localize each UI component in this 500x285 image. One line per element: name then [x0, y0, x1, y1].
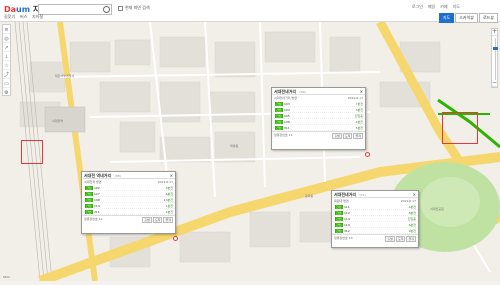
map-svg: 서대전역 서대전공원 대전서부경찰서 태평동 문화동 — [0, 22, 500, 281]
sub-bar: 길찾기 버스 지하철 — [0, 13, 500, 22]
subbar-item-bus[interactable]: 버스 — [20, 14, 27, 20]
popup-title: 서대전네거리 — [334, 192, 356, 197]
bus-stop-popup: 서대전네거리 (37) × 목원대 방면 2019.6.17 간선1114분전 … — [331, 190, 419, 248]
selected-stop-box-left — [21, 140, 43, 164]
map-type-switch: 지도 스카이뷰 로드뷰 — [439, 13, 498, 23]
map-label-police: 대전서부경찰서 — [55, 73, 75, 78]
top-link[interactable]: 로그인 — [412, 4, 423, 10]
arrive-button[interactable]: 도착 — [153, 217, 163, 223]
zoom-in-button[interactable]: + — [492, 29, 497, 36]
map-canvas[interactable]: 서대전역 서대전공원 대전서부경찰서 태평동 문화동 — [0, 22, 500, 281]
settings-icon[interactable]: ⚙ — [3, 90, 10, 97]
popup-title: 서대전네거리 — [274, 89, 296, 94]
favorite-button[interactable]: 즐겨 — [406, 236, 416, 242]
close-icon[interactable]: × — [360, 89, 363, 94]
bookmark-icon[interactable]: ☆ — [3, 63, 10, 70]
location-icon[interactable]: ◎ — [3, 36, 10, 43]
popup-updated: 2019.6.17 — [348, 96, 363, 100]
arrive-button[interactable]: 도착 — [396, 236, 406, 242]
popup-stop-id: (37) — [360, 193, 366, 197]
popup-footer: 정류장번호 11 출발 도착 즐겨 — [272, 131, 365, 138]
search-area-checkbox[interactable] — [118, 6, 123, 11]
map-label-munhwa: 문화동 — [305, 193, 314, 198]
bus-stop-pin[interactable] — [173, 236, 178, 241]
popup-header: 서대전 역네거리 (38) × — [82, 172, 175, 179]
map-label-station: 서대전역 — [52, 118, 63, 123]
bus-stop-popup: 서대전네거리 (39) × 서대전네거리 방면 2019.6.17 간선1037… — [271, 87, 366, 150]
top-link[interactable]: 지도 — [453, 4, 460, 10]
arrive-button[interactable]: 도착 — [343, 133, 353, 139]
measure-icon[interactable]: ⊥ — [3, 54, 10, 61]
top-link[interactable]: 메일 — [428, 4, 435, 10]
close-icon[interactable]: × — [413, 192, 416, 197]
popup-footer: 정류장번호 13 출발 도착 즐겨 — [332, 234, 418, 241]
search-area-label: 현재 화면 검색 — [125, 5, 150, 11]
close-icon[interactable]: × — [170, 173, 173, 178]
popup-header: 서대전네거리 (39) × — [272, 88, 365, 95]
bus-stop-popup: 서대전 역네거리 (38) × 서대전역 방면 2019.6.17 간선1023… — [81, 171, 176, 234]
bus-stop-pin[interactable] — [365, 152, 370, 157]
map-label-park: 서대전공원 — [430, 206, 444, 211]
map-type-map[interactable]: 지도 — [439, 13, 454, 23]
map-type-roadview[interactable]: 로드뷰 — [479, 13, 498, 23]
depart-button[interactable]: 출발 — [332, 133, 342, 139]
subbar-item-subway[interactable]: 지하철 — [32, 14, 43, 20]
popup-header: 서대전네거리 (37) × — [332, 191, 418, 198]
popup-stop-id: (38) — [115, 174, 121, 178]
depart-button[interactable]: 출발 — [385, 236, 395, 242]
share-icon[interactable]: ⤴ — [3, 72, 10, 79]
search-icon[interactable] — [103, 6, 110, 13]
favorite-button[interactable]: 즐겨 — [353, 133, 363, 139]
map-tool-sidebar: ≡ ◎ ↗ ⊥ ☆ ⤴ ▭ ⚙ — [2, 24, 11, 96]
top-links: 로그인 메일 카페 지도 — [412, 4, 460, 10]
popup-updated: 2019.6.17 — [158, 180, 173, 184]
top-bar: Daum 지도 현재 화면 검색 로그인 메일 카페 지도 길찾기 버스 지하철… — [0, 0, 500, 22]
popup-updated: 2019.6.17 — [401, 199, 416, 203]
map-scale: 50m — [3, 275, 10, 279]
map-type-skyview[interactable]: 스카이뷰 — [455, 13, 478, 23]
popup-footer: 정류장번호 12 출발 도착 즐겨 — [82, 215, 175, 222]
depart-button[interactable]: 출발 — [142, 217, 152, 223]
map-label-taepyeong: 태평동 — [230, 143, 239, 148]
zoom-handle[interactable] — [493, 47, 498, 50]
popup-stop-id: (39) — [300, 90, 306, 94]
subbar-item-directions[interactable]: 길찾기 — [4, 14, 15, 20]
route-icon[interactable]: ↗ — [3, 45, 10, 52]
top-link[interactable]: 카페 — [440, 4, 447, 10]
favorite-button[interactable]: 즐겨 — [163, 217, 173, 223]
print-icon[interactable]: ▭ — [3, 81, 10, 88]
zoom-track[interactable] — [495, 38, 496, 80]
zoom-out-button[interactable]: − — [492, 80, 497, 87]
zoom-control: + − — [491, 28, 498, 88]
popup-title: 서대전 역네거리 — [84, 173, 111, 178]
selected-stop-box-right — [442, 112, 478, 144]
layers-icon[interactable]: ≡ — [3, 27, 10, 34]
